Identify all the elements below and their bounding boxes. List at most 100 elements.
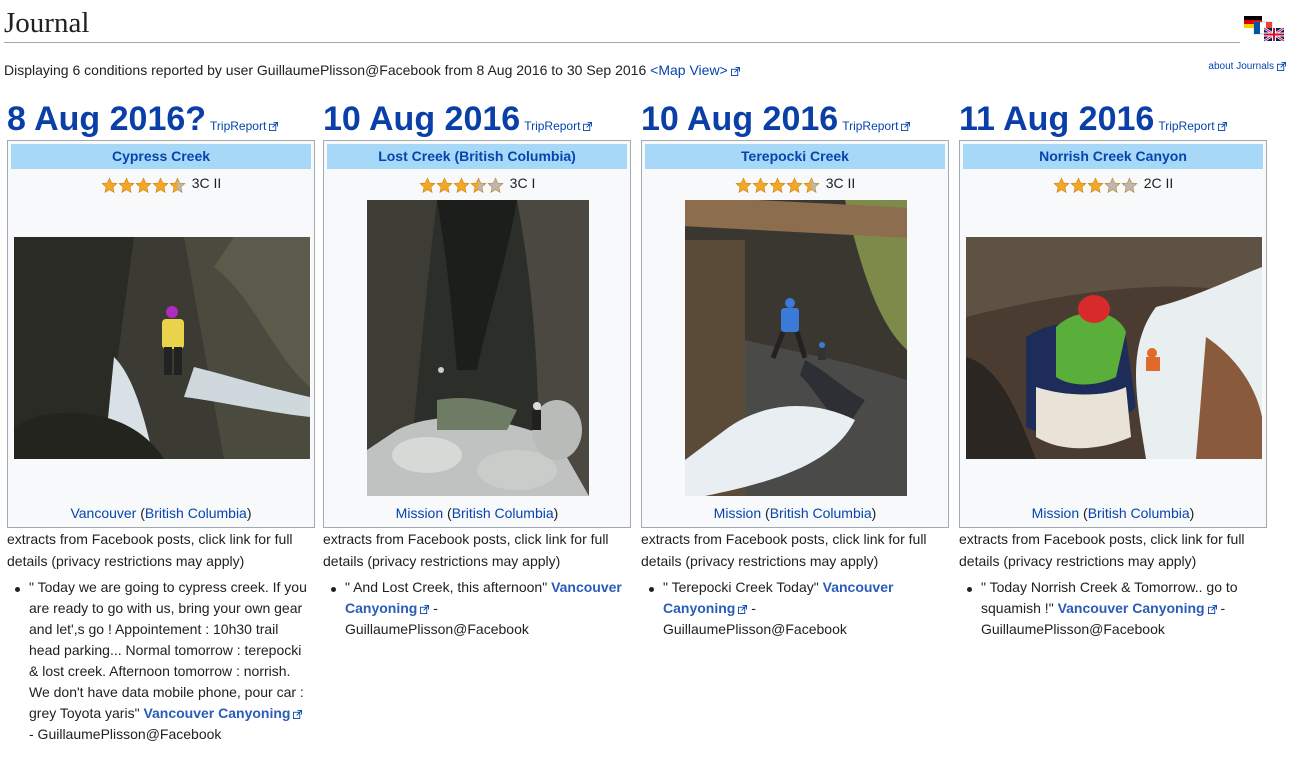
list-bullet — [967, 587, 972, 592]
external-link-icon — [420, 604, 430, 614]
rating-star-icon — [152, 177, 169, 194]
rating-star-icon — [135, 177, 152, 194]
canyon-photo[interactable] — [674, 196, 925, 496]
rating-grade: 2C II — [1143, 175, 1174, 191]
rating-star-icon — [735, 177, 752, 194]
canyon-name: Lost Creek (British Columbia) — [378, 148, 576, 164]
entry-date-text: 8 Aug 2016? — [7, 100, 207, 138]
about-journals-link[interactable]: about Journals — [1208, 61, 1286, 72]
canyon-name: Terepocki Creek — [741, 148, 849, 164]
trip-report-link[interactable]: TripReport — [1158, 119, 1227, 133]
canyon-card: Norrish Creek Canyon 2C II Mission (Brit… — [959, 140, 1267, 528]
location-link[interactable]: Mission — [396, 505, 443, 521]
author-text: - GuillaumePlisson@Facebook — [29, 726, 222, 742]
rating-stars — [735, 174, 820, 194]
canyon-name: Norrish Creek Canyon — [1039, 148, 1187, 164]
external-link-icon — [293, 709, 303, 719]
rating-star-icon — [487, 177, 504, 194]
external-link-icon — [738, 604, 748, 614]
rating-star-icon — [1121, 177, 1138, 194]
extracts-note: extracts from Facebook posts, click link… — [323, 531, 609, 569]
list-bullet — [15, 587, 20, 592]
map-view-label: <Map View> — [650, 62, 728, 78]
canyon-card: Terepocki Creek 3C II Mission (British C… — [641, 140, 949, 528]
trip-report-link[interactable]: TripReport — [210, 119, 279, 133]
trip-report-link[interactable]: TripReport — [842, 119, 911, 133]
extracts-note: extracts from Facebook posts, click link… — [641, 531, 927, 569]
journal-entry: 11 Aug 2016 TripReport Norrish Creek Cany… — [959, 98, 1267, 637]
rating-star-icon — [453, 177, 470, 194]
rating-star-icon — [470, 177, 487, 194]
entry-date-text: 11 Aug 2016 — [959, 100, 1155, 138]
location-link[interactable]: Mission — [1032, 505, 1079, 521]
vancouver-canyoning-link[interactable]: Vancouver Canyoning — [1058, 600, 1217, 616]
map-view-link[interactable]: <Map View> — [650, 62, 740, 78]
rating-stars — [419, 174, 504, 194]
trip-report-link[interactable]: TripReport — [524, 119, 593, 133]
rating-star-icon — [1053, 177, 1070, 194]
trip-report-label: TripReport — [842, 119, 899, 133]
rating-star-icon — [436, 177, 453, 194]
canyon-photo[interactable] — [14, 237, 310, 459]
rating-star-icon — [803, 177, 820, 194]
rating-star-icon — [169, 177, 186, 194]
page-header: Journal — [4, 4, 1240, 43]
region-link[interactable]: British Columbia — [770, 505, 872, 521]
canyon-rating: 3C II — [8, 173, 314, 194]
quote-text: " And Lost Creek, this afternoon" — [345, 579, 548, 595]
region-link[interactable]: British Columbia — [145, 505, 247, 521]
canyon-name-link[interactable]: Lost Creek (British Columbia) — [327, 144, 627, 169]
trip-report-label: TripReport — [524, 119, 581, 133]
vancouver-canyoning-link[interactable]: Vancouver Canyoning — [143, 705, 303, 721]
rating-stars — [1053, 174, 1138, 194]
trip-report-label: TripReport — [1158, 119, 1215, 133]
rating-star-icon — [1070, 177, 1087, 194]
extracts-note: extracts from Facebook posts, click link… — [959, 531, 1245, 569]
canyon-location: Mission (British Columbia) — [1031, 505, 1195, 521]
canyon-photo[interactable] — [966, 237, 1262, 459]
canyon-location: Mission (British Columbia) — [713, 505, 877, 521]
canyon-rating: 3C II — [642, 173, 948, 194]
source-link-label: Vancouver Canyoning — [143, 705, 291, 721]
rating-star-icon — [752, 177, 769, 194]
canyon-name: Cypress Creek — [111, 148, 211, 164]
entry-date-text: 10 Aug 2016 — [323, 100, 521, 138]
rating-star-icon — [1087, 177, 1104, 194]
post-quote: " Today Norrish Creek & Tomorrow.. go to… — [981, 577, 1261, 640]
journal-entry: 10 Aug 2016 TripReport Lost Creek (Britis… — [323, 98, 631, 637]
summary-text: Displaying 6 conditions reported by user… — [4, 62, 647, 78]
list-bullet — [331, 587, 336, 592]
external-link-icon — [1277, 61, 1286, 71]
region-link[interactable]: British Columbia — [1088, 505, 1190, 521]
post-quote: " Today we are going to cypress creek. I… — [29, 577, 309, 745]
page-title: Journal — [4, 7, 90, 39]
post-quote: " And Lost Creek, this afternoon" Vancou… — [345, 577, 625, 640]
canyon-name-link[interactable]: Terepocki Creek — [645, 144, 945, 169]
canyon-rating: 2C II — [960, 173, 1266, 194]
rating-grade: 3C I — [509, 175, 536, 191]
location-link[interactable]: Vancouver — [70, 505, 136, 521]
rating-star-icon — [769, 177, 786, 194]
trip-report-label: TripReport — [210, 119, 267, 133]
location-link[interactable]: Mission — [714, 505, 761, 521]
journal-entry: 10 Aug 2016 TripReport Terepocki Creek 3C… — [641, 98, 949, 637]
canyon-name-link[interactable]: Cypress Creek — [11, 144, 311, 169]
region-link[interactable]: British Columbia — [452, 505, 554, 521]
journal-summary: Displaying 6 conditions reported by user… — [4, 62, 740, 78]
external-link-icon — [901, 122, 911, 132]
external-link-icon — [583, 122, 593, 132]
external-link-icon — [730, 66, 740, 76]
external-link-icon — [1207, 604, 1217, 614]
entry-date-text: 10 Aug 2016 — [641, 100, 839, 138]
canyon-photo[interactable] — [367, 200, 589, 496]
canyon-location: Vancouver (British Columbia) — [70, 505, 252, 521]
language-flags-icon[interactable] — [1242, 10, 1286, 44]
canyon-card: Lost Creek (British Columbia) 3C I Missi… — [323, 140, 631, 528]
canyon-name-link[interactable]: Norrish Creek Canyon — [963, 144, 1263, 169]
external-link-icon — [269, 122, 279, 132]
canyon-card: Cypress Creek 3C II Vancouver (British C… — [7, 140, 315, 528]
external-link-icon — [1217, 122, 1227, 132]
journal-entry: 8 Aug 2016? TripReport Cypress Creek 3C I… — [7, 98, 315, 742]
rating-star-icon — [786, 177, 803, 194]
quote-text: " Today we are going to cypress creek. I… — [29, 579, 307, 721]
